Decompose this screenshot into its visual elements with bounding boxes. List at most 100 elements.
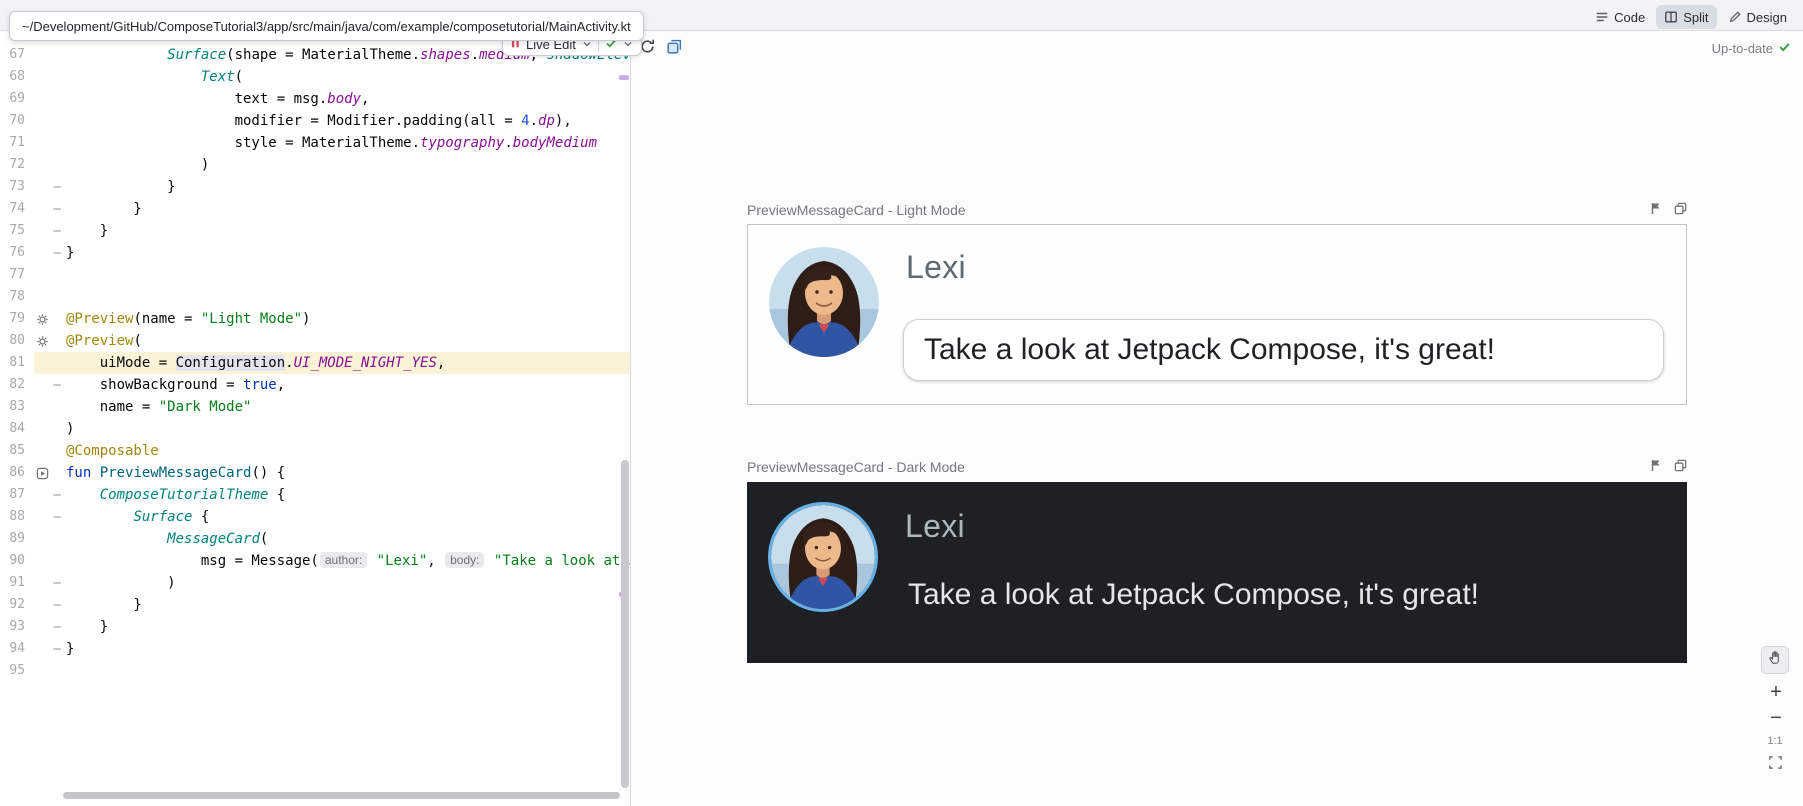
code-text[interactable]	[64, 264, 630, 286]
copy-icon[interactable]	[1674, 202, 1687, 218]
fold-marker-slot	[50, 154, 64, 176]
code-line[interactable]: 77	[0, 264, 630, 286]
code-line[interactable]: 70 modifier = Modifier.padding(all = 4.d…	[0, 110, 630, 132]
code-line[interactable]: 68 Text(	[0, 66, 630, 88]
fold-marker-slot	[50, 352, 64, 374]
line-number: 68	[0, 66, 34, 88]
code-line[interactable]: 86fun PreviewMessageCard() {	[0, 462, 630, 484]
code-line[interactable]: 82 showBackground = true,	[0, 374, 630, 396]
code-mode-button[interactable]: Code	[1587, 5, 1653, 29]
code-line[interactable]: 69 text = msg.body,	[0, 88, 630, 110]
code-text[interactable]: )	[64, 154, 630, 176]
code-text[interactable]: fun PreviewMessageCard() {	[64, 462, 630, 484]
preview-status[interactable]: Up-to-date	[1712, 40, 1791, 56]
code-line[interactable]: 71 style = MaterialTheme.typography.body…	[0, 132, 630, 154]
code-line[interactable]: 81 uiMode = Configuration.UI_MODE_NIGHT_…	[0, 352, 630, 374]
code-line[interactable]: 78	[0, 286, 630, 308]
code-text[interactable]: modifier = Modifier.padding(all = 4.dp),	[64, 110, 630, 132]
design-mode-button[interactable]: Design	[1720, 5, 1795, 29]
code-text[interactable]: @Composable	[64, 440, 630, 462]
flag-icon[interactable]	[1650, 459, 1662, 475]
fold-marker-slot[interactable]	[50, 572, 64, 594]
pan-button[interactable]	[1761, 646, 1789, 674]
flag-icon[interactable]	[1650, 202, 1662, 218]
message-author: Lexi	[905, 508, 965, 545]
code-text[interactable]: MessageCard(	[64, 528, 630, 550]
code-line[interactable]: 79@Preview(name = "Light Mode")	[0, 308, 630, 330]
code-line[interactable]: 87 ComposeTutorialTheme {	[0, 484, 630, 506]
run-preview-icon[interactable]	[34, 462, 50, 484]
code-text[interactable]: name = "Dark Mode"	[64, 396, 630, 418]
code-text[interactable]: )	[64, 572, 630, 594]
code-line[interactable]: 75 }	[0, 220, 630, 242]
fold-marker-slot[interactable]	[50, 374, 64, 396]
code-line[interactable]: 93 }	[0, 616, 630, 638]
code-text[interactable]: text = msg.body,	[64, 88, 630, 110]
code-line[interactable]: 90 msg = Message(author: "Lexi", body: "…	[0, 550, 630, 572]
fold-marker-slot[interactable]	[50, 242, 64, 264]
preview-settings-gear-icon[interactable]	[34, 330, 50, 352]
code-line[interactable]: 95	[0, 660, 630, 682]
code-text[interactable]: }	[64, 198, 630, 220]
fold-marker-slot[interactable]	[50, 198, 64, 220]
code-text[interactable]: showBackground = true,	[64, 374, 630, 396]
code-line[interactable]: 74 }	[0, 198, 630, 220]
zoom-actual-button[interactable]: 1:1	[1763, 735, 1787, 747]
code-line[interactable]: 88 Surface {	[0, 506, 630, 528]
code-text[interactable]: style = MaterialTheme.typography.bodyMed…	[64, 132, 630, 154]
code-text[interactable]: Text(	[64, 66, 630, 88]
zoom-to-fit-button[interactable]	[1764, 755, 1786, 775]
zoom-in-button[interactable]: +	[1763, 681, 1789, 703]
code-text[interactable]: ComposeTutorialTheme {	[64, 484, 630, 506]
code-text[interactable]: }	[64, 220, 630, 242]
code-line[interactable]: 89 MessageCard(	[0, 528, 630, 550]
fold-marker-slot[interactable]	[50, 616, 64, 638]
code-text[interactable]: Surface {	[64, 506, 630, 528]
fold-marker-slot[interactable]	[50, 484, 64, 506]
message-bubble: Take a look at Jetpack Compose, it's gre…	[903, 319, 1664, 381]
horizontal-scrollbar[interactable]	[63, 792, 620, 799]
preview-settings-gear-icon[interactable]	[34, 308, 50, 330]
code-line[interactable]: 83 name = "Dark Mode"	[0, 396, 630, 418]
code-text[interactable]: }	[64, 638, 630, 660]
code-text[interactable]: @Preview(	[64, 330, 630, 352]
code-line[interactable]: 80@Preview(	[0, 330, 630, 352]
code-line[interactable]: 92 }	[0, 594, 630, 616]
code-text[interactable]: msg = Message(author: "Lexi", body: "Tak…	[64, 550, 630, 572]
code-line[interactable]: 85@Composable	[0, 440, 630, 462]
editor-preview-splitter[interactable]	[630, 31, 631, 806]
code-editor[interactable]: 67 Surface(shape = MaterialTheme.shapes.…	[0, 31, 630, 806]
preview-dark-card: Lexi Take a look at Jetpack Compose, it'…	[747, 482, 1687, 663]
code-text[interactable]: }	[64, 176, 630, 198]
code-line[interactable]: 72 )	[0, 154, 630, 176]
gutter-icon-slot	[34, 176, 50, 198]
fold-marker-slot	[50, 44, 64, 66]
code-text[interactable]: )	[64, 418, 630, 440]
preview-light-card: Lexi Take a look at Jetpack Compose, it'…	[747, 224, 1687, 405]
fold-marker-slot[interactable]	[50, 220, 64, 242]
code-line[interactable]: 76}	[0, 242, 630, 264]
gutter-icon-slot	[34, 638, 50, 660]
code-line[interactable]: 84)	[0, 418, 630, 440]
code-text[interactable]	[64, 660, 630, 682]
code-text[interactable]	[64, 286, 630, 308]
fold-marker-slot[interactable]	[50, 506, 64, 528]
code-line[interactable]: 94}	[0, 638, 630, 660]
split-mode-button[interactable]: Split	[1656, 5, 1716, 29]
preview-status-label: Up-to-date	[1712, 41, 1773, 56]
code-text[interactable]: }	[64, 242, 630, 264]
ui-check-layers-icon[interactable]	[666, 38, 683, 60]
code-line[interactable]: 73 }	[0, 176, 630, 198]
zoom-out-button[interactable]: −	[1763, 707, 1789, 729]
copy-icon[interactable]	[1674, 459, 1687, 475]
code-line[interactable]: 91 )	[0, 572, 630, 594]
code-text[interactable]: @Preview(name = "Light Mode")	[64, 308, 630, 330]
code-text[interactable]: }	[64, 594, 630, 616]
code-text[interactable]: }	[64, 616, 630, 638]
fold-marker-slot[interactable]	[50, 594, 64, 616]
code-text[interactable]: uiMode = Configuration.UI_MODE_NIGHT_YES…	[64, 352, 630, 374]
vertical-scrollbar[interactable]	[621, 460, 629, 788]
breadcrumb[interactable]: ~/Development/GitHub/ComposeTutorial3/ap…	[9, 11, 644, 41]
fold-marker-slot[interactable]	[50, 638, 64, 660]
fold-marker-slot[interactable]	[50, 176, 64, 198]
